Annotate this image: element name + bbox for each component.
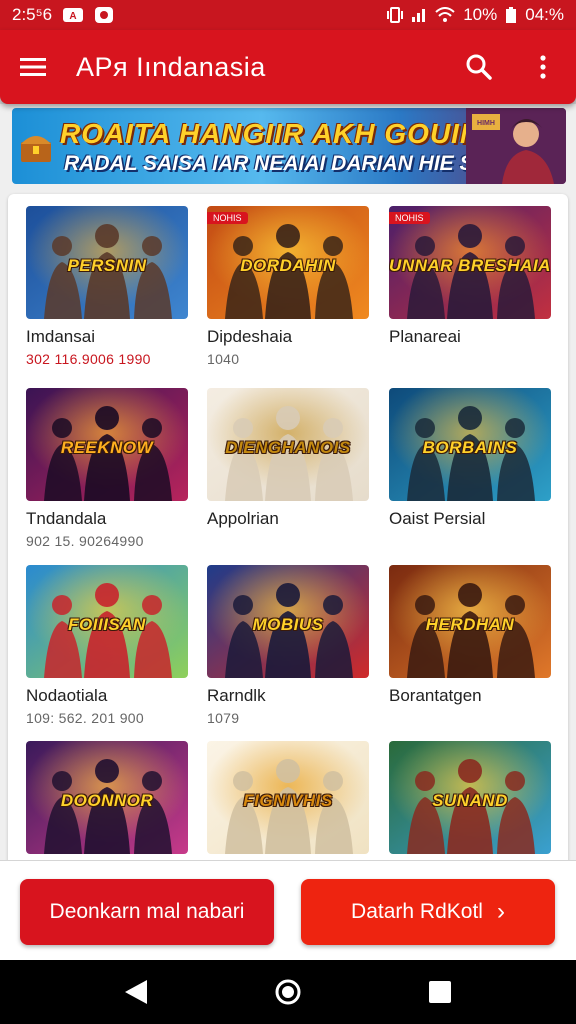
game-stats: 1040 <box>207 351 240 367</box>
status-bar: 2:5⁵6 A 10% 04:% <box>0 0 576 30</box>
banner-hero-image: HIMH <box>466 108 566 184</box>
game-title: Nodaotiala <box>26 686 108 705</box>
game-logo-text: SUNAND <box>432 791 508 810</box>
banner-headline: ROAITA HANGIIR AKH GOUIMI <box>60 118 494 149</box>
game-thumbnail[interactable]: HERDHAN <box>389 565 551 678</box>
home-circle-icon[interactable] <box>271 975 305 1009</box>
signal-icon <box>411 7 427 23</box>
game-stats: 302 116.9006 1990 <box>26 351 151 367</box>
game-thumbnail[interactable]: FIGNIVHIS <box>207 741 369 854</box>
game-tile[interactable]: DOONNOR <box>26 741 188 860</box>
game-title: Tndandala <box>26 509 107 528</box>
game-tile[interactable]: REEKNOW Tndandala 902 15. 90264990 <box>26 388 188 549</box>
game-thumbnail[interactable]: UNNAR BRESHAIA NOHIS <box>389 206 551 319</box>
login-button-label: Datarh RdKotl <box>351 900 483 923</box>
new-badge: NOHIS <box>207 212 248 224</box>
treasure-chest-icon <box>21 136 51 162</box>
game-stats: 1079 <box>207 710 240 726</box>
game-tile[interactable]: PERSNIN Imdansai 302 116.9006 1990 <box>26 206 188 367</box>
game-thumbnail[interactable]: SUNAND <box>389 741 551 854</box>
game-tile[interactable]: HERDHAN Borantatgen <box>389 565 551 710</box>
game-logo-text: UNNAR BRESHAIA <box>389 256 551 275</box>
game-tile[interactable]: FIGNIVHIS1500 <box>207 741 369 860</box>
game-title: Dipdeshaia <box>207 327 293 346</box>
hamburger-icon[interactable] <box>16 50 50 84</box>
game-tile[interactable]: SUNAND <box>389 741 551 860</box>
search-icon[interactable] <box>462 50 496 84</box>
register-button[interactable]: Deonkarn mal nabari <box>20 879 274 945</box>
recents-square-icon[interactable] <box>423 975 457 1009</box>
game-tile[interactable]: MOBIUS Rarndlk 1079 <box>207 565 369 726</box>
game-logo-text: FOIIISAN <box>68 615 146 634</box>
game-logo-text: DIENGHANOIS <box>225 438 351 457</box>
game-tile[interactable]: DORDAHIN NOHIS Dipdeshaia 1040 <box>207 206 369 367</box>
game-thumbnail[interactable]: FOIIISAN <box>26 565 188 678</box>
new-badge: NOHIS <box>389 212 430 224</box>
game-thumbnail[interactable]: MOBIUS <box>207 565 369 678</box>
game-logo-text: MOBIUS <box>252 615 324 634</box>
app-title: APᴙ Iındanasia <box>76 51 266 82</box>
game-tile[interactable]: BORBAINS Oaist Persial <box>389 388 551 533</box>
wifi-icon <box>435 7 455 23</box>
chevron-right-icon: › <box>496 898 505 925</box>
game-stats: 902 15. 90264990 <box>26 533 144 549</box>
game-title: Imdansai <box>26 327 95 346</box>
game-tile[interactable]: DIENGHANOIS Appolrian <box>207 388 369 533</box>
status-time: 2:5⁵6 <box>12 5 53 24</box>
game-logo-text: HERDHAN <box>425 615 515 634</box>
game-thumbnail[interactable]: REEKNOW <box>26 388 188 501</box>
svg-text:A: A <box>70 11 77 22</box>
game-title: Appolrian <box>207 509 279 528</box>
battery-icon <box>505 6 517 24</box>
game-logo-text: BORBAINS <box>422 438 518 457</box>
game-thumbnail[interactable]: DOONNOR <box>26 741 188 854</box>
game-thumbnail[interactable]: DORDAHIN NOHIS <box>207 206 369 319</box>
game-logo-text: FIGNIVHIS <box>243 791 333 810</box>
game-thumbnail[interactable]: DIENGHANOIS <box>207 388 369 501</box>
game-logo-text: DOONNOR <box>60 791 154 810</box>
back-triangle-icon[interactable] <box>119 975 153 1009</box>
game-tile[interactable]: FOIIISAN Nodaotiala 109: 562. 201 900 <box>26 565 188 726</box>
battery-percent: 10% <box>463 5 498 24</box>
bottom-action-bar: Deonkarn mal nabari Datarh RdKotl › <box>0 860 576 960</box>
game-title: Rarndlk <box>207 686 266 705</box>
register-button-label: Deonkarn mal nabari <box>49 900 245 923</box>
system-nav-bar <box>0 960 576 1024</box>
game-thumbnail[interactable]: PERSNIN <box>26 206 188 319</box>
more-vert-icon[interactable] <box>526 50 560 84</box>
content-area: ROAITA HANGIIR AKH GOUIMI RADAL SAISA IA… <box>0 104 576 860</box>
game-grid: PERSNIN Imdansai 302 116.9006 1990 DORDAHIN… <box>8 194 568 860</box>
game-logo-text: PERSNIN <box>67 256 147 275</box>
battery-text: 04:% <box>525 5 564 24</box>
svg-text:HIMH: HIMH <box>477 120 495 127</box>
game-logo-text: DORDAHIN <box>240 256 336 275</box>
game-title: Oaist Persial <box>389 509 486 528</box>
notification-play-icon <box>94 6 114 24</box>
game-tile[interactable]: UNNAR BRESHAIA NOHIS Planareai <box>389 206 551 351</box>
login-button[interactable]: Datarh RdKotl › <box>301 879 555 945</box>
game-logo-text: REEKNOW <box>60 438 154 457</box>
game-title: Planareai <box>389 327 461 346</box>
game-title: Borantatgen <box>389 686 482 705</box>
banner-subline: RADAL SAISA IAR NEAIAI DARIAN HIE SONA <box>64 152 521 175</box>
app-bar: APᴙ Iındanasia <box>0 30 576 104</box>
game-stats: 109: 562. 201 900 <box>26 710 144 726</box>
game-thumbnail[interactable]: BORBAINS <box>389 388 551 501</box>
vibrate-icon <box>387 6 404 24</box>
promo-banner[interactable]: ROAITA HANGIIR AKH GOUIMI RADAL SAISA IA… <box>12 108 566 184</box>
notification-app-icon: A <box>62 7 84 23</box>
